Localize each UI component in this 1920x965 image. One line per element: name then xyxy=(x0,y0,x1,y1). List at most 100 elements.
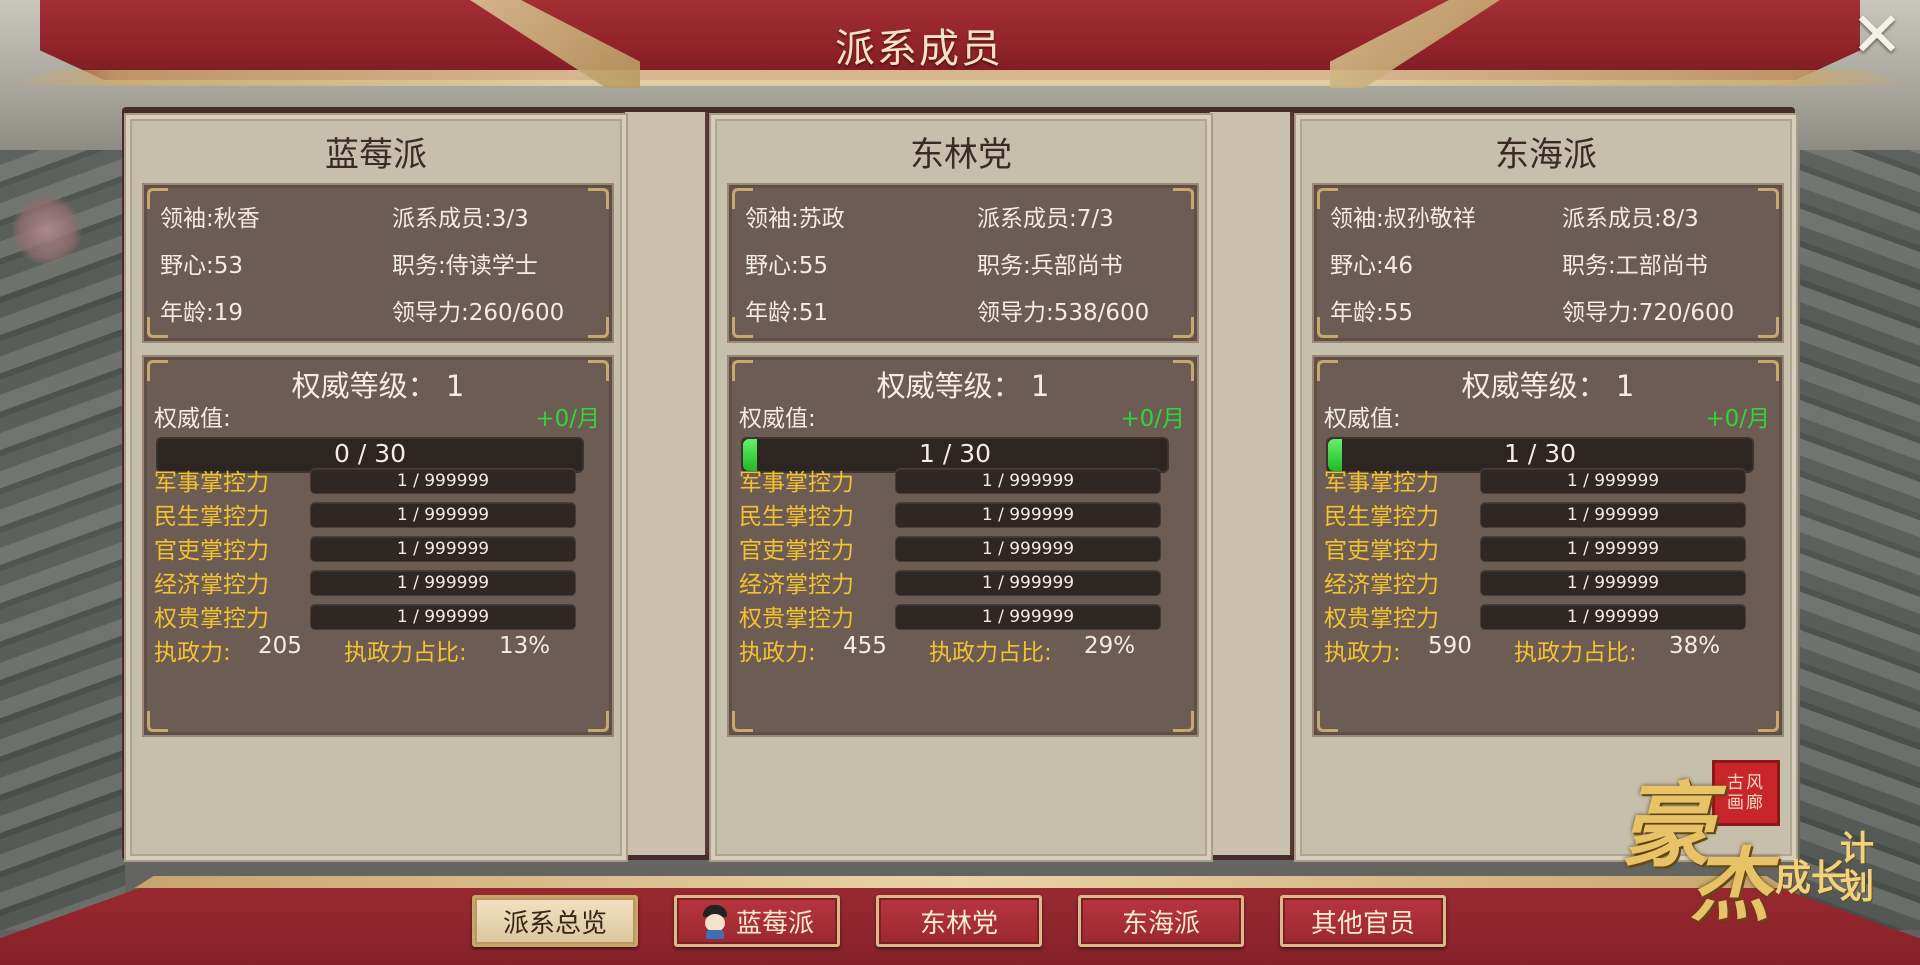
tab-label: 其他官员 xyxy=(1310,909,1415,939)
control-row-livelihood: 民生掌控力 1 / 999999 xyxy=(1324,497,1764,530)
control-value: 1 / 999999 xyxy=(981,573,1075,593)
control-label: 权贵掌控力 xyxy=(1324,606,1439,632)
corner-ornament xyxy=(1173,188,1194,209)
control-bar: 1 / 999999 xyxy=(310,570,576,596)
control-value: 1 / 999999 xyxy=(1566,573,1660,593)
corner-ornament xyxy=(588,317,609,338)
corner-ornament xyxy=(588,711,609,732)
game-logo: 古风 画廊 豪 杰 成长 计划 xyxy=(1600,750,1900,950)
control-value: 1 / 999999 xyxy=(1566,471,1660,491)
control-value: 1 / 999999 xyxy=(981,607,1075,627)
age-text: 年龄:51 xyxy=(745,300,829,326)
faction-stats-box: 权威等级： 1 权威值: +0/月 1 / 30 军事掌控力 1 / 99999… xyxy=(1312,355,1784,737)
control-bar: 1 / 999999 xyxy=(895,536,1161,562)
faction-info-box: 领袖:苏政 派系成员:7/3 野心:55 职务:兵部尚书 年龄:51 领导力:5… xyxy=(727,183,1199,343)
governing-power-label: 执政力: xyxy=(154,640,231,666)
governing-power-line: 执政力: 205 执政力占比: 13% xyxy=(154,633,604,666)
corner-ornament xyxy=(1758,188,1779,209)
control-row-nobility: 权贵掌控力 1 / 999999 xyxy=(154,599,594,632)
governing-power-label: 执政力: xyxy=(1324,640,1401,666)
control-bar: 1 / 999999 xyxy=(1480,604,1746,630)
ambition-text: 野心:46 xyxy=(1330,253,1414,279)
control-bar: 1 / 999999 xyxy=(1480,570,1746,596)
control-row-military: 军事掌控力 1 / 999999 xyxy=(739,463,1179,496)
authority-rate: +0/月 xyxy=(1705,406,1770,432)
governing-power-value: 590 xyxy=(1428,633,1472,659)
authority-rate: +0/月 xyxy=(1120,406,1185,432)
age-text: 年龄:19 xyxy=(160,300,244,326)
tab-blueberry-faction[interactable]: 蓝莓派 xyxy=(674,895,840,947)
tab-label: 东林党 xyxy=(919,909,998,939)
corner-ornament xyxy=(732,711,753,732)
leadership-text: 领导力:720/600 xyxy=(1562,300,1735,326)
corner-ornament xyxy=(588,188,609,209)
governing-power-line: 执政力: 590 执政力占比: 38% xyxy=(1324,633,1774,666)
control-row-economy: 经济掌控力 1 / 999999 xyxy=(739,565,1179,598)
control-value: 1 / 999999 xyxy=(396,573,490,593)
tab-label: 东海派 xyxy=(1121,909,1200,939)
corner-ornament xyxy=(1173,711,1194,732)
governing-power-line: 执政力: 455 执政力占比: 29% xyxy=(739,633,1189,666)
faction-stats-box: 权威等级： 1 权威值: +0/月 0 / 30 军事掌控力 1 / 99999… xyxy=(142,355,614,737)
control-bar: 1 / 999999 xyxy=(895,468,1161,494)
tab-faction-overview[interactable]: 派系总览 xyxy=(472,895,638,947)
control-row-officials: 官吏掌控力 1 / 999999 xyxy=(1324,531,1764,564)
governing-ratio-label: 执政力占比: xyxy=(344,640,467,666)
control-row-livelihood: 民生掌控力 1 / 999999 xyxy=(739,497,1179,530)
control-value: 1 / 999999 xyxy=(981,471,1075,491)
tab-other-officials[interactable]: 其他官员 xyxy=(1280,895,1446,947)
members-text: 派系成员:7/3 xyxy=(977,206,1114,232)
tab-donglin-party[interactable]: 东林党 xyxy=(876,895,1042,947)
control-value: 1 / 999999 xyxy=(396,539,490,559)
control-label: 官吏掌控力 xyxy=(154,538,269,564)
corner-ornament xyxy=(1758,711,1779,732)
control-value: 1 / 999999 xyxy=(981,539,1075,559)
control-bar: 1 / 999999 xyxy=(1480,536,1746,562)
control-label: 权贵掌控力 xyxy=(154,606,269,632)
background-blossom-tree xyxy=(12,195,82,265)
corner-ornament xyxy=(1758,317,1779,338)
leadership-text: 领导力:260/600 xyxy=(392,300,565,326)
control-label: 经济掌控力 xyxy=(739,572,854,598)
leader-text: 领袖:叔孙敬祥 xyxy=(1330,206,1476,232)
ambition-text: 野心:53 xyxy=(160,253,244,279)
close-icon[interactable]: ✕ xyxy=(1851,0,1903,71)
background-roofs-left xyxy=(0,150,125,930)
members-text: 派系成员:3/3 xyxy=(392,206,529,232)
governing-ratio-value: 29% xyxy=(1084,633,1136,659)
control-label: 官吏掌控力 xyxy=(739,538,854,564)
logo-seal: 古风 画廊 xyxy=(1712,760,1780,826)
control-value: 1 / 999999 xyxy=(396,505,490,525)
control-label: 权贵掌控力 xyxy=(739,606,854,632)
control-value: 1 / 999999 xyxy=(1566,607,1660,627)
faction-info-box: 领袖:叔孙敬祥 派系成员:8/3 野心:46 职务:工部尚书 年龄:55 领导力… xyxy=(1312,183,1784,343)
governing-power-label: 执政力: xyxy=(739,640,816,666)
control-row-nobility: 权贵掌控力 1 / 999999 xyxy=(1324,599,1764,632)
governing-ratio-value: 13% xyxy=(499,633,551,659)
governing-ratio-value: 38% xyxy=(1669,633,1721,659)
control-row-economy: 经济掌控力 1 / 999999 xyxy=(154,565,594,598)
control-label: 军事掌控力 xyxy=(1324,470,1439,496)
logo-subtitle: 成长 xyxy=(1775,857,1848,899)
control-label: 民生掌控力 xyxy=(739,504,854,530)
control-row-officials: 官吏掌控力 1 / 999999 xyxy=(154,531,594,564)
close-button[interactable]: ✕ xyxy=(1848,4,1906,66)
control-bar: 1 / 999999 xyxy=(1480,502,1746,528)
authority-rate: +0/月 xyxy=(535,406,600,432)
authority-label: 权威值: xyxy=(739,406,816,432)
control-bar: 1 / 999999 xyxy=(895,570,1161,596)
control-row-economy: 经济掌控力 1 / 999999 xyxy=(1324,565,1764,598)
faction-info-box: 领袖:秋香 派系成员:3/3 野心:53 职务:侍读学士 年龄:19 领导力:2… xyxy=(142,183,614,343)
authority-label: 权威值: xyxy=(154,406,231,432)
logo-char: 杰 xyxy=(1690,838,1770,932)
control-bar: 1 / 999999 xyxy=(1480,468,1746,494)
control-label: 民生掌控力 xyxy=(1324,504,1439,530)
faction-name: 东海派 xyxy=(1495,135,1597,175)
control-bar: 1 / 999999 xyxy=(310,536,576,562)
tab-donghai-faction[interactable]: 东海派 xyxy=(1078,895,1244,947)
corner-ornament xyxy=(1173,317,1194,338)
ambition-text: 野心:55 xyxy=(745,253,829,279)
logo-subtitle: 计划 xyxy=(1840,829,1874,907)
control-label: 民生掌控力 xyxy=(154,504,269,530)
governing-power-value: 455 xyxy=(843,633,887,659)
